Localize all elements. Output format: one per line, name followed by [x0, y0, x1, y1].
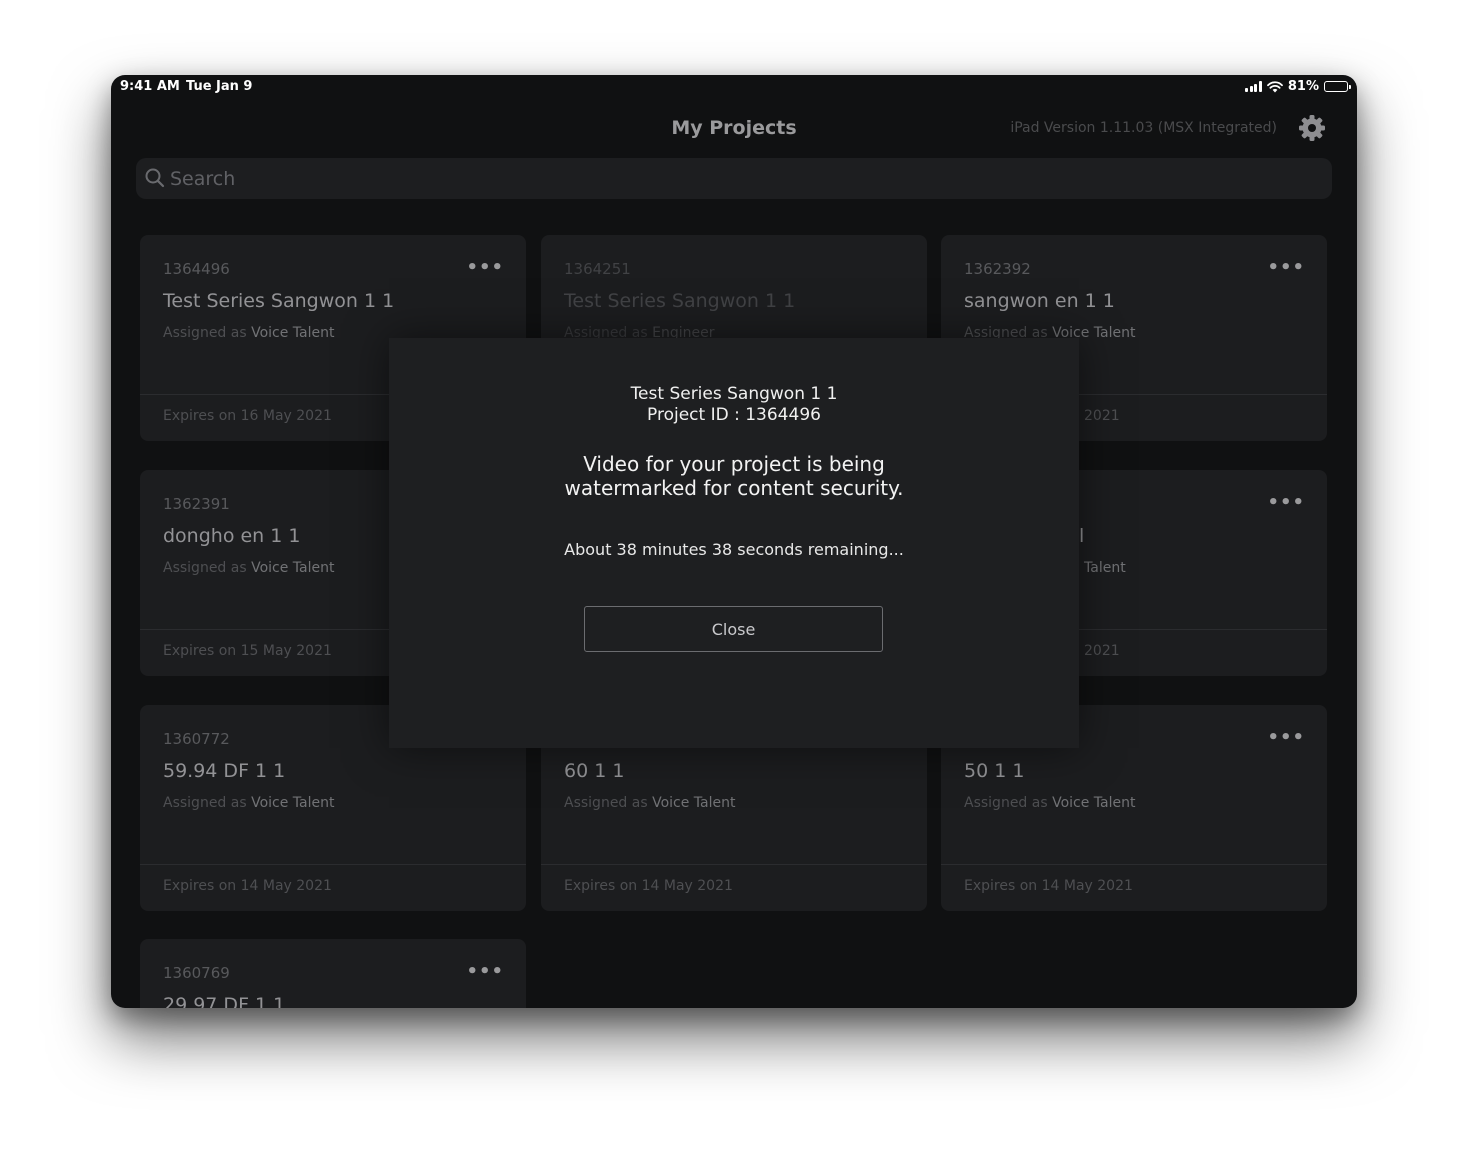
status-bar: 9:41 AM Tue Jan 9 81%: [111, 75, 1357, 99]
project-title: 59.94 DF 1 1: [163, 760, 286, 782]
cellular-signal-icon: [1245, 81, 1262, 92]
project-card[interactable]: 1360769 ••• 29.97 DF 1 1: [140, 939, 526, 1008]
project-title: sangwon en 1 1: [964, 290, 1115, 312]
more-options-icon[interactable]: •••: [466, 963, 504, 981]
status-indicators: 81%: [1245, 79, 1351, 94]
ipad-screen: 9:41 AM Tue Jan 9 81% My Projects iPad V…: [111, 75, 1357, 1008]
role-name: Voice Talent: [251, 795, 335, 811]
status-time: 9:41 AM: [120, 79, 180, 94]
more-options-icon[interactable]: •••: [1267, 259, 1305, 277]
battery-icon: [1324, 81, 1351, 92]
project-id: 1360772: [163, 730, 230, 748]
project-id: 1362392: [964, 260, 1031, 278]
dialog-project-id: Project ID : 1364496: [647, 405, 821, 425]
wifi-icon: [1266, 80, 1283, 92]
role-name: Voice Talent: [652, 795, 736, 811]
dialog-project-title: Test Series Sangwon 1 1: [630, 384, 838, 404]
more-options-icon[interactable]: •••: [466, 259, 504, 277]
project-expiry: Expires on 16 May 2021: [163, 408, 332, 424]
dialog-heading: Test Series Sangwon 1 1 Project ID : 136…: [389, 384, 1079, 426]
gear-icon[interactable]: [1298, 114, 1326, 142]
search-bar[interactable]: Search: [136, 158, 1332, 199]
project-role: Assigned as Voice Talent: [163, 560, 334, 576]
more-options-icon[interactable]: •••: [1267, 494, 1305, 512]
card-divider: [541, 864, 927, 865]
project-title: Test Series Sangwon 1 1: [163, 290, 395, 312]
project-role: Assigned as Voice Talent: [163, 325, 334, 341]
project-expiry: Expires on 14 May 2021: [163, 878, 332, 894]
watermark-progress-dialog: Test Series Sangwon 1 1 Project ID : 136…: [389, 338, 1079, 748]
project-role: Assigned as Voice Talent: [564, 795, 735, 811]
project-title: l: [1079, 525, 1085, 547]
role-name: Voice Talent: [1052, 795, 1136, 811]
project-id: 1364251: [564, 260, 631, 278]
project-title: Test Series Sangwon 1 1: [564, 290, 796, 312]
project-role: Talent: [1084, 560, 1126, 576]
status-date: Tue Jan 9: [186, 79, 253, 94]
close-button[interactable]: Close: [584, 606, 883, 652]
project-role: Assigned as Voice Talent: [964, 795, 1135, 811]
project-expiry: 2021: [1084, 408, 1120, 424]
project-title: 50 1 1: [964, 760, 1025, 782]
project-expiry: Expires on 14 May 2021: [964, 878, 1133, 894]
project-role: Assigned as Voice Talent: [163, 795, 334, 811]
project-expiry: Expires on 14 May 2021: [564, 878, 733, 894]
search-input[interactable]: Search: [170, 168, 235, 190]
app-version: iPad Version 1.11.03 (MSX Integrated): [1010, 120, 1277, 136]
project-title: 60 1 1: [564, 760, 625, 782]
project-id: 1364496: [163, 260, 230, 278]
dialog-message: Video for your project is being watermar…: [389, 452, 1079, 500]
role-name: Voice Talent: [251, 560, 335, 576]
role-prefix: Assigned as: [964, 795, 1048, 811]
dialog-message-line: watermarked for content security.: [564, 476, 904, 500]
project-expiry: Expires on 15 May 2021: [163, 643, 332, 659]
dialog-message-line: Video for your project is being: [583, 452, 885, 476]
role-prefix: Assigned as: [163, 795, 247, 811]
project-title: dongho en 1 1: [163, 525, 301, 547]
time-remaining: About 38 minutes 38 seconds remaining...: [564, 540, 904, 559]
project-id: 1362391: [163, 495, 230, 513]
card-divider: [140, 864, 526, 865]
project-expiry: 2021: [1084, 643, 1120, 659]
role-prefix: Assigned as: [163, 560, 247, 576]
role-prefix: Assigned as: [163, 325, 247, 341]
role-prefix: Assigned as: [564, 795, 648, 811]
search-icon: [145, 168, 165, 188]
role-name: Talent: [1084, 560, 1126, 576]
project-id: 1360769: [163, 964, 230, 982]
battery-percent: 81%: [1287, 79, 1319, 94]
project-title: 29.97 DF 1 1: [163, 994, 286, 1008]
role-name: Voice Talent: [251, 325, 335, 341]
card-divider: [941, 864, 1327, 865]
more-options-icon[interactable]: •••: [1267, 729, 1305, 747]
